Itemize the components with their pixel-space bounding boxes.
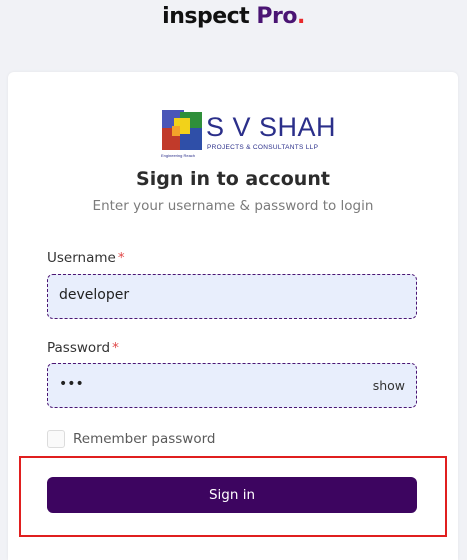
company-logo-mark-icon (162, 110, 202, 150)
username-label-text: Username (47, 250, 116, 266)
page-subtitle: Enter your username & password to login (92, 198, 374, 214)
brand-name: inspect (162, 4, 250, 29)
username-value: developer (59, 287, 130, 303)
show-password-toggle[interactable]: show (373, 378, 405, 393)
username-label: Username * (47, 250, 125, 266)
company-logo: S V SHAH PROJECTS & CONSULTANTS LLP Engi… (160, 110, 336, 160)
password-field[interactable]: ••• show (47, 363, 417, 408)
brand-pro: Pro (256, 4, 297, 29)
logo-tagline: Engineering Reach (161, 153, 196, 158)
remember-password-checkbox[interactable] (47, 430, 65, 448)
username-field[interactable]: developer (47, 274, 417, 319)
logo-company-name: S V SHAH (206, 112, 337, 142)
password-label-text: Password (47, 340, 111, 356)
logo-subtitle: PROJECTS & CONSULTANTS LLP (207, 144, 319, 151)
required-marker: * (117, 250, 125, 266)
required-marker: * (112, 340, 119, 356)
remember-password-label[interactable]: Remember password (73, 431, 216, 447)
password-label: Password * (47, 340, 119, 356)
page-title: Sign in to account (136, 168, 330, 190)
password-value: ••• (59, 376, 84, 392)
brand-dot: . (296, 4, 305, 29)
app-brand-logo: inspect Pro. (0, 0, 467, 36)
sign-in-button[interactable]: Sign in (47, 477, 417, 513)
login-card: S V SHAH PROJECTS & CONSULTANTS LLP Engi… (8, 72, 458, 560)
